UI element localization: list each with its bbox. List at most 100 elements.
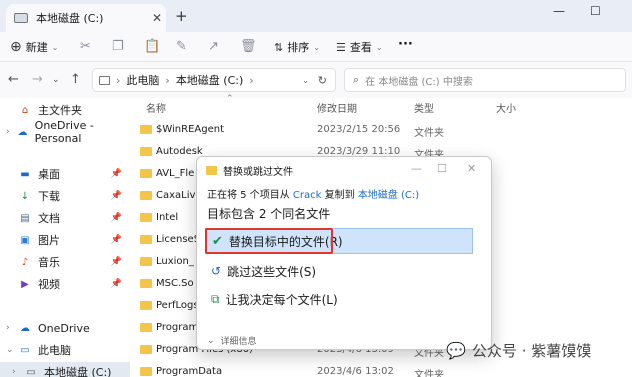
paste-icon[interactable]: 📋 xyxy=(144,39,160,54)
pin-icon[interactable]: 📌 xyxy=(111,235,122,245)
forward-icon[interactable]: → xyxy=(32,72,43,87)
file-type: 文件夹 xyxy=(414,370,444,377)
refresh-icon[interactable]: ↻ xyxy=(318,74,327,87)
decide-each-option[interactable]: ⧉ 让我决定每个文件(L) xyxy=(205,286,473,312)
folder-icon xyxy=(140,235,152,244)
pin-icon[interactable]: 📌 xyxy=(111,213,122,223)
navigation-pane: ⌂ 主文件夹 › ☁ OneDrive - Personal ▬ 桌面 📌 ↓ … xyxy=(0,98,130,377)
sort-button[interactable]: ⇅ 排序 ⌄ xyxy=(274,39,320,55)
sidebar-item-downloads[interactable]: ↓ 下载 📌 xyxy=(0,186,130,206)
breadcrumb[interactable]: › 此电脑 › 本地磁盘 (C:) › ⌄ ↻ xyxy=(92,68,336,92)
sidebar-item-label: OneDrive xyxy=(38,321,90,335)
cut-icon[interactable]: ✂ xyxy=(80,39,91,54)
breadcrumb-local-disk[interactable]: 本地磁盘 (C:) xyxy=(176,72,243,88)
sidebar-item-this-pc[interactable]: ⌄ ▭ 此电脑 xyxy=(0,340,130,360)
column-header-date[interactable]: 修改日期 xyxy=(317,100,357,115)
sidebar-item-music[interactable]: ♪ 音乐 📌 xyxy=(0,252,130,272)
search-input[interactable]: ⌕ 在 本地磁盘 (C:) 中搜索 xyxy=(344,68,626,92)
pin-icon[interactable]: 📌 xyxy=(111,279,122,289)
share-icon[interactable]: ↗ xyxy=(208,39,219,54)
expand-chevron-icon[interactable]: › xyxy=(6,127,16,137)
home-icon: ⌂ xyxy=(21,104,29,116)
cloud-icon: ☁ xyxy=(17,126,28,138)
file-name: Intel xyxy=(156,212,179,223)
expand-chevron-icon[interactable]: › xyxy=(6,323,18,333)
skip-icon: ↺ xyxy=(211,264,222,278)
title-bar: 本地磁盘 (C:) ✕ + — ☐ xyxy=(0,0,632,32)
view-button[interactable]: ☰ 查看 ⌄ xyxy=(336,39,383,55)
file-name: Autodesk xyxy=(156,146,203,157)
pin-icon[interactable]: 📌 xyxy=(111,257,122,267)
search-placeholder: 在 本地磁盘 (C:) 中搜索 xyxy=(365,76,473,88)
folder-icon xyxy=(140,147,152,156)
sidebar-item-pictures[interactable]: ▣ 图片 📌 xyxy=(0,230,130,250)
copy-status: 正在将 5 个项目从 Crack 复制到 本地磁盘 (C:) xyxy=(207,186,419,201)
table-row[interactable]: ProgramData 2023/4/6 13:02 文件夹 xyxy=(130,361,632,377)
destination-folder-link[interactable]: 本地磁盘 (C:) xyxy=(358,190,419,201)
pc-icon: ▭ xyxy=(20,344,30,356)
sidebar-item-documents[interactable]: ▤ 文档 📌 xyxy=(0,208,130,228)
table-row[interactable]: $WinREAgent 2023/2/15 20:56 文件夹 xyxy=(130,119,632,141)
decide-each-label: 让我决定每个文件(L) xyxy=(225,292,338,307)
file-date: 2023/4/6 13:02 xyxy=(317,366,394,377)
skip-files-option[interactable]: ↺ 跳过这些文件(S) xyxy=(205,258,473,284)
column-header-name[interactable]: 名称 xyxy=(146,100,166,115)
folder-icon xyxy=(140,367,152,376)
folder-icon xyxy=(140,191,152,200)
new-tab-button[interactable]: + xyxy=(175,7,188,25)
breadcrumb-separator: › xyxy=(116,73,121,87)
sidebar-item-desktop[interactable]: ▬ 桌面 📌 xyxy=(0,164,130,184)
back-icon[interactable]: ← xyxy=(8,72,19,87)
sidebar-item-label: 本地磁盘 (C:) xyxy=(44,366,112,377)
dialog-close-button[interactable]: ✕ xyxy=(467,162,476,175)
chevron-down-icon: ⌄ xyxy=(51,42,59,52)
sidebar-item-onedrive[interactable]: › ☁ OneDrive xyxy=(0,318,130,338)
breadcrumb-this-pc[interactable]: 此电脑 xyxy=(126,72,159,88)
chevron-down-icon: ⌄ xyxy=(375,42,383,52)
expand-chevron-icon[interactable]: › xyxy=(12,367,24,377)
collapse-chevron-icon[interactable]: ⌄ xyxy=(6,345,18,355)
file-name: $WinREAgent xyxy=(156,124,225,135)
sidebar-item-local-disk[interactable]: › ▭ 本地磁盘 (C:) xyxy=(0,362,130,377)
pin-icon[interactable]: 📌 xyxy=(111,169,122,179)
highlight-outline xyxy=(205,228,333,254)
column-header-size[interactable]: 大小 xyxy=(496,100,516,115)
column-header-type[interactable]: 类型 xyxy=(414,100,434,115)
file-date: 2023/2/15 20:56 xyxy=(317,124,401,135)
view-icon: ☰ xyxy=(336,40,346,54)
close-tab-icon[interactable]: ✕ xyxy=(148,11,166,25)
minimize-button[interactable]: — xyxy=(553,4,565,18)
dialog-maximize-button[interactable]: ☐ xyxy=(437,162,447,175)
sort-ascending-icon: ⌃ xyxy=(226,94,234,104)
pin-icon[interactable]: 📌 xyxy=(111,191,122,201)
add-icon: ⊕ xyxy=(10,39,22,55)
compare-files-icon: ⧉ xyxy=(211,291,220,306)
more-details-toggle[interactable]: ⌄ 详细信息 xyxy=(207,334,257,348)
maximize-button[interactable]: ☐ xyxy=(590,4,601,18)
delete-icon[interactable]: 🗑 xyxy=(240,39,257,54)
recent-chevron-icon[interactable]: ⌄ xyxy=(52,75,60,85)
folder-icon xyxy=(140,257,152,266)
address-history-icon[interactable]: ⌄ xyxy=(302,76,309,85)
tab-local-disk[interactable]: 本地磁盘 (C:) ✕ xyxy=(6,4,166,32)
file-name: LicenseS xyxy=(156,234,201,245)
sidebar-item-onedrive-personal[interactable]: › ☁ OneDrive - Personal xyxy=(0,119,130,145)
copy-icon[interactable]: ❐ xyxy=(112,39,124,54)
sidebar-item-label: 视频 xyxy=(38,278,60,291)
up-icon[interactable]: ↑ xyxy=(70,72,81,87)
dialog-title-bar: 替换或跳过文件 xyxy=(206,163,293,178)
sidebar-item-home[interactable]: ⌂ 主文件夹 xyxy=(0,100,130,120)
drive-icon: ▭ xyxy=(26,366,36,377)
folder-icon xyxy=(140,169,152,178)
replace-or-skip-dialog: 替换或跳过文件 — ☐ ✕ 正在将 5 个项目从 Crack 复制到 本地磁盘 … xyxy=(196,156,492,350)
source-folder-link[interactable]: Crack xyxy=(293,190,322,201)
document-icon: ▤ xyxy=(20,212,30,224)
pc-icon xyxy=(99,75,110,85)
folder-icon xyxy=(140,301,152,310)
sidebar-item-videos[interactable]: ▶ 视频 📌 xyxy=(0,274,130,294)
more-options-button[interactable]: ··· xyxy=(398,37,413,52)
breadcrumb-separator: › xyxy=(249,73,254,87)
new-button[interactable]: ⊕ 新建 ⌄ xyxy=(10,39,58,55)
rename-icon[interactable]: ✎ xyxy=(176,39,187,54)
dialog-minimize-button[interactable]: — xyxy=(411,162,422,175)
